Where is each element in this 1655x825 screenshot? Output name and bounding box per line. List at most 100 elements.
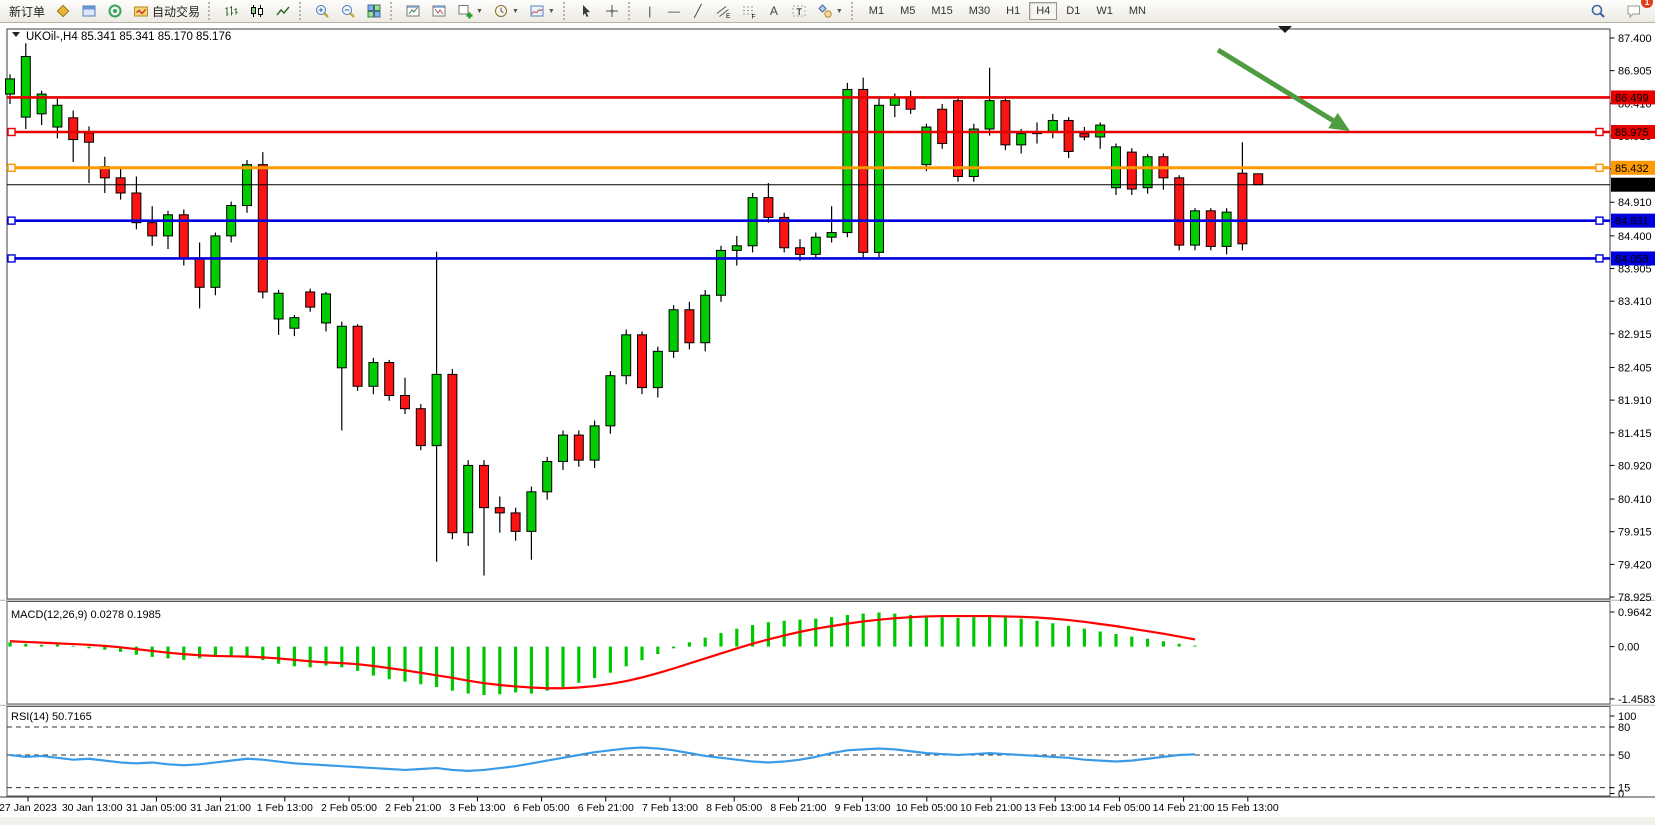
candle — [401, 396, 410, 409]
shapes-tool-button[interactable]: ▼ — [812, 0, 848, 22]
time-tick-label: 3 Feb 13:00 — [449, 802, 505, 814]
trendline-tool[interactable]: ╱ — [686, 0, 710, 22]
price-tick-label: 81.910 — [1618, 395, 1652, 407]
chevron-down-icon: ▼ — [836, 8, 843, 15]
template-button[interactable]: ▼ — [524, 0, 560, 22]
candle — [464, 465, 473, 532]
candle — [1175, 178, 1184, 245]
candle — [211, 236, 220, 287]
candle — [258, 165, 267, 292]
profile-chart2-icon[interactable] — [426, 0, 452, 22]
line-chart-type-icon[interactable] — [270, 0, 296, 22]
macd-tick-label: 0.00 — [1618, 642, 1639, 654]
fibonacci-tool-icon-icon: F — [741, 3, 757, 19]
line-handle[interactable] — [8, 164, 15, 171]
text-tool[interactable]: A — [762, 0, 786, 22]
rsi-label: RSI(14) 50.7165 — [11, 711, 92, 723]
notifications-button[interactable]: 1 — [1621, 0, 1647, 22]
zoom-out-icon[interactable] — [335, 0, 361, 22]
candle — [653, 351, 662, 387]
candle — [164, 215, 173, 236]
candle — [543, 461, 552, 491]
line-handle[interactable] — [1596, 164, 1603, 171]
profile-chart-icon[interactable] — [400, 0, 426, 22]
zoom-in-icon-icon — [314, 3, 330, 19]
toolbar: 新订单自动交易▼▼▼|—╱EFAT▼M1M5M15M30H1H4D1W1MN1 — [0, 0, 1655, 23]
market-watch-icon[interactable] — [50, 0, 76, 22]
zoom-out-icon-icon — [340, 3, 356, 19]
candle — [6, 79, 15, 94]
rsi-panel-frame — [7, 707, 1610, 797]
search-icon — [1590, 3, 1606, 19]
candle — [1206, 211, 1215, 247]
line-handle[interactable] — [8, 255, 15, 262]
channel-tool-icon[interactable]: E — [710, 0, 736, 22]
price-tick-label: 82.405 — [1618, 362, 1652, 374]
signal-icon-icon — [107, 3, 123, 19]
line-handle[interactable] — [1596, 128, 1603, 135]
timeframe-button-m1[interactable]: M1 — [862, 2, 891, 20]
candle — [780, 217, 789, 247]
toolbar-separator — [628, 2, 635, 20]
autotrade-button[interactable]: 自动交易 — [128, 0, 205, 22]
candle — [796, 248, 805, 255]
crosshair-icon[interactable] — [599, 0, 625, 22]
timeframe-button-m15[interactable]: M15 — [924, 2, 959, 20]
price-badge-label: 84.631 — [1615, 216, 1649, 228]
timeframe-button-mn[interactable]: MN — [1122, 2, 1153, 20]
timeframe-button-h1[interactable]: H1 — [999, 2, 1027, 20]
timeframe-button-w1[interactable]: W1 — [1089, 2, 1120, 20]
svg-text:T: T — [796, 7, 802, 18]
candle — [85, 133, 94, 142]
candlestick-type-icon[interactable] — [244, 0, 270, 22]
signal-icon[interactable] — [102, 0, 128, 22]
line-handle[interactable] — [8, 217, 15, 224]
candle — [132, 193, 141, 223]
candle — [432, 374, 441, 445]
chart-canvas[interactable]: UKOil-,H4 85.341 85.341 85.170 85.17687.… — [0, 0, 1655, 825]
line-handle[interactable] — [1596, 255, 1603, 262]
time-tick-label: 1 Feb 13:00 — [257, 802, 313, 814]
time-tick-label: 2 Feb 05:00 — [321, 802, 377, 814]
candle — [1064, 120, 1073, 151]
candle — [827, 233, 836, 238]
candle — [1127, 152, 1136, 189]
timeframe-button-h4[interactable]: H4 — [1029, 2, 1057, 20]
timeframe-button-m30[interactable]: M30 — [962, 2, 997, 20]
price-tick-label: 81.415 — [1618, 428, 1652, 440]
crosshair-icon-icon — [604, 3, 620, 19]
shapes-tool-icon — [817, 3, 833, 19]
label-tool-icon[interactable]: T — [786, 0, 812, 22]
price-tick-label: 79.420 — [1618, 559, 1652, 571]
channel-tool-icon-icon: E — [715, 3, 731, 19]
rsi-tick-label: 0 — [1618, 789, 1624, 801]
fibonacci-tool-icon[interactable]: F — [736, 0, 762, 22]
candle — [1238, 173, 1247, 244]
add-indicator-button[interactable]: ▼ — [452, 0, 488, 22]
tile-windows-icon[interactable] — [361, 0, 387, 22]
time-tick-label: 30 Jan 13:00 — [62, 802, 123, 814]
zoom-in-icon[interactable] — [309, 0, 335, 22]
main-plot-frame — [7, 29, 1610, 599]
new-order-button[interactable]: 新订单 — [4, 0, 50, 22]
price-badge-label: 86.499 — [1615, 92, 1649, 104]
candle — [322, 294, 331, 323]
candle — [416, 409, 425, 446]
candle — [385, 363, 394, 396]
time-tick-label: 31 Jan 21:00 — [190, 802, 251, 814]
search-button[interactable] — [1585, 0, 1611, 22]
line-handle[interactable] — [1596, 217, 1603, 224]
period-button[interactable]: ▼ — [488, 0, 524, 22]
vertical-line-tool[interactable]: | — [638, 0, 662, 22]
cursor-icon[interactable] — [573, 0, 599, 22]
timeframe-button-d1[interactable]: D1 — [1059, 2, 1087, 20]
charts-window-icon[interactable] — [76, 0, 102, 22]
candle — [495, 508, 504, 513]
candle — [274, 293, 283, 319]
cursor-icon-icon — [578, 3, 594, 19]
bar-chart-type-icon[interactable] — [218, 0, 244, 22]
timeframe-button-m5[interactable]: M5 — [893, 2, 922, 20]
line-handle[interactable] — [8, 128, 15, 135]
horizontal-line-tool[interactable]: — — [662, 0, 686, 22]
candle — [732, 246, 741, 251]
